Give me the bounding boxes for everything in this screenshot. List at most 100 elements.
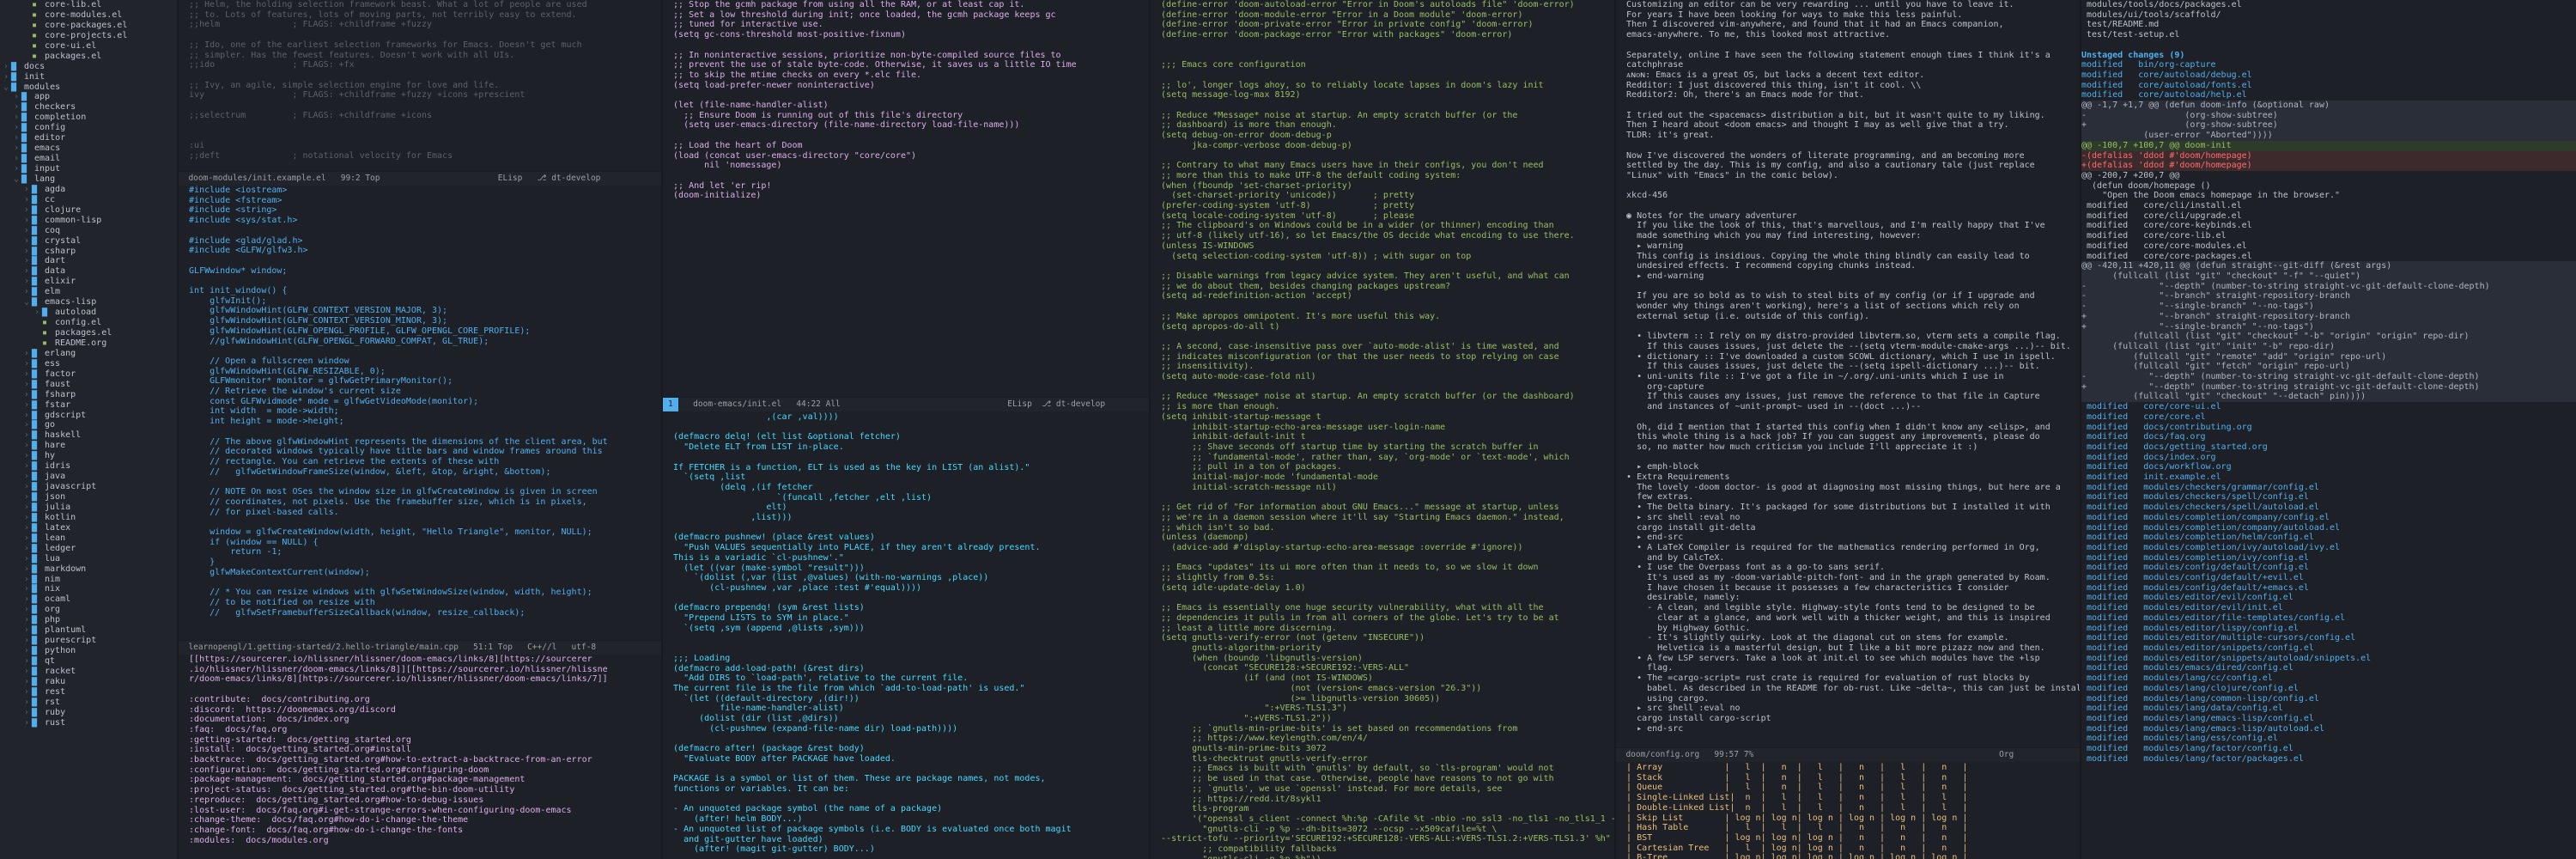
tree-directory[interactable]: ⌄ ▇ lang	[0, 174, 177, 185]
buffer-text[interactable]: [[https://sourcerer.io/hlissner/hlissner…	[179, 655, 661, 845]
tree-directory[interactable]: › ▇ editor	[0, 133, 177, 143]
tree-directory[interactable]: › ▇ elm	[0, 287, 177, 297]
tree-directory[interactable]: › ▇ nim	[0, 575, 177, 585]
tree-directory[interactable]: › ▇ latex	[0, 523, 177, 533]
core-el-buffer[interactable]: (define-error 'doom-autoload-error "Erro…	[1151, 0, 1614, 859]
tree-directory[interactable]: › ▇ faust	[0, 380, 177, 390]
tree-file[interactable]: ▪ core-ui.el	[0, 41, 177, 52]
tree-directory[interactable]: › ▇ racket	[0, 667, 177, 677]
tree-directory[interactable]: › ▇ app	[0, 92, 177, 102]
tree-directory[interactable]: › ▇ rst	[0, 698, 177, 708]
tree-directory[interactable]: › ▇ config	[0, 123, 177, 133]
tree-file[interactable]: ▪ core-lib.el	[0, 0, 177, 10]
tree-directory[interactable]: › ▇ crystal	[0, 236, 177, 247]
tree-directory[interactable]: › ▇ erlang	[0, 349, 177, 359]
tree-directory[interactable]: › ▇ go	[0, 420, 177, 430]
tree-directory[interactable]: › ▇ plantuml	[0, 625, 177, 636]
tree-directory[interactable]: › ▇ emacs	[0, 143, 177, 154]
tree-directory[interactable]: › ▇ hare	[0, 441, 177, 451]
magit-status-window[interactable]: modules/tools/docs/packages.el modules/u…	[2081, 0, 2576, 859]
tree-directory[interactable]: › ▇ json	[0, 492, 177, 503]
tree-directory[interactable]: › ▇ qt	[0, 656, 177, 667]
readme-buffer[interactable]: [[https://sourcerer.io/hlissner/hlissner…	[179, 655, 661, 859]
diff-hunk[interactable]: @@ -1,7 +1,7 @@ (defun doom-info (&optio…	[2081, 101, 2576, 141]
tree-directory[interactable]: › ▇ javascript	[0, 482, 177, 492]
tree-file[interactable]: ▪ core-projects.el	[0, 31, 177, 41]
tree-directory[interactable]: ⌄ ▇ modules	[0, 82, 177, 93]
tree-directory[interactable]: › ▇ fsharp	[0, 390, 177, 400]
org-table-buffer[interactable]: | Array | l | n | l | n | l | n | | Stac…	[1616, 763, 2080, 859]
tree-file[interactable]: ▪ config.el	[0, 318, 177, 328]
tree-directory[interactable]: › ▇ cc	[0, 195, 177, 205]
tree-directory[interactable]: › ▇ ess	[0, 359, 177, 369]
tree-file[interactable]: ▪ packages.el	[0, 52, 177, 62]
diff-lines[interactable]: -(defalias 'ddod #'doom/homepage) +(defa…	[2081, 150, 2576, 171]
tree-directory[interactable]: › ▇ org	[0, 605, 177, 615]
tree-directory[interactable]: › ▇ java	[0, 472, 177, 482]
tree-directory[interactable]: › ▇ init	[0, 72, 177, 82]
tree-directory[interactable]: › ▇ input	[0, 164, 177, 174]
tree-directory[interactable]: › ▇ common-lisp	[0, 216, 177, 226]
tree-directory[interactable]: › ▇ docs	[0, 62, 177, 72]
tree-directory[interactable]: › ▇ data	[0, 266, 177, 277]
buffer-text[interactable]: (define-error 'doom-autoload-error "Erro…	[1151, 0, 1614, 859]
buffer-text[interactable]: #include <iostream> #include <fstream> #…	[179, 186, 661, 618]
tree-file[interactable]: ▪ core-packages.el	[0, 21, 177, 31]
tree-directory[interactable]: › ▇ haskell	[0, 430, 177, 441]
init-example-buffer[interactable]: ;; Helm, the holding selection framework…	[179, 0, 661, 170]
tree-directory[interactable]: ⌄ ▇ emacs-lisp	[0, 297, 177, 308]
tree-directory[interactable]: › ▇ ledger	[0, 544, 177, 554]
tree-directory[interactable]: › ▇ ocaml	[0, 594, 177, 605]
tree-file[interactable]: ▪ README.org	[0, 338, 177, 349]
tree-directory[interactable]: › ▇ purescript	[0, 636, 177, 646]
editor-window-center[interactable]: (define-error 'doom-autoload-error "Erro…	[1151, 0, 1614, 859]
tree-directory[interactable]: › ▇ julia	[0, 503, 177, 513]
tree-directory[interactable]: › ▇ factor	[0, 369, 177, 380]
tree-directory[interactable]: › ▇ dart	[0, 256, 177, 266]
tree-directory[interactable]: › ▇ nix	[0, 584, 177, 594]
tree-directory[interactable]: › ▇ clojure	[0, 205, 177, 216]
config-org-buffer[interactable]: Customizing an editor can be very reward…	[1616, 0, 2080, 746]
tree-directory[interactable]: › ▇ agda	[0, 185, 177, 195]
modified-files-list[interactable]: modified bin/org-capture modified core/a…	[2081, 60, 2576, 101]
tree-directory[interactable]: › ▇ lean	[0, 533, 177, 544]
diff-hunk-large[interactable]: @@ -420,11 +420,11 @@ (defun straight--g…	[2081, 261, 2576, 403]
tree-directory[interactable]: › ▇ coq	[0, 226, 177, 236]
editor-window-center-left[interactable]: ;; Stop the gcmh package from using all …	[663, 0, 1149, 859]
tree-directory[interactable]: › ▇ idris	[0, 461, 177, 472]
tree-directory[interactable]: › ▇ markdown	[0, 564, 177, 575]
tree-directory[interactable]: › ▇ fstar	[0, 400, 177, 411]
tree-directory[interactable]: › ▇ checkers	[0, 102, 177, 113]
modified-files-list-2[interactable]: modified core/core-ui.el modified core/c…	[2081, 402, 2576, 764]
tree-directory[interactable]: › ▇ python	[0, 646, 177, 656]
tree-directory[interactable]: › ▇ completion	[0, 113, 177, 123]
tree-directory[interactable]: › ▇ raku	[0, 677, 177, 687]
editor-window-center-right[interactable]: Customizing an editor can be very reward…	[1616, 0, 2080, 859]
diff-context[interactable]: @@ -200,7 +200,7 @@ (defun doom/homepage…	[2081, 171, 2576, 261]
tree-directory[interactable]: › ▇ lua	[0, 554, 177, 564]
tree-directory[interactable]: › ▇ rust	[0, 718, 177, 728]
tree-directory[interactable]: › ▇ hy	[0, 451, 177, 461]
untracked-files[interactable]: modules/tools/docs/packages.el modules/u…	[2081, 0, 2576, 51]
doom-init-buffer[interactable]: ;; Stop the gcmh package from using all …	[663, 0, 1149, 381]
tree-directory[interactable]: › ▇ autoload	[0, 308, 177, 318]
editor-window-left[interactable]: ;; Helm, the holding selection framework…	[179, 0, 661, 859]
tree-file[interactable]: ▪ packages.el	[0, 328, 177, 338]
tree-file[interactable]: ▪ core-modules.el	[0, 10, 177, 21]
buffer-text[interactable]: Customizing an editor can be very reward…	[1616, 0, 2080, 734]
unstaged-changes-heading[interactable]: Unstaged changes (9)	[2081, 51, 2576, 61]
main-cpp-buffer[interactable]: #include <iostream> #include <fstream> #…	[179, 186, 661, 639]
tree-directory[interactable]: › ▇ elixir	[0, 277, 177, 287]
org-table[interactable]: | Array | l | n | l | n | l | n | | Stac…	[1616, 763, 2080, 859]
core-lib-buffer[interactable]: ,(car ,val)))) (defmacro delq! (elt list…	[663, 412, 1149, 859]
diff-hunk-header[interactable]: @@ -100,7 +100,7 @@ doom-init	[2081, 140, 2576, 151]
buffer-text[interactable]: ,(car ,val)))) (defmacro delq! (elt list…	[663, 412, 1149, 855]
tree-directory[interactable]: › ▇ csharp	[0, 247, 177, 257]
buffer-text[interactable]: ;; Stop the gcmh package from using all …	[663, 0, 1149, 201]
tree-directory[interactable]: › ▇ gdscript	[0, 411, 177, 421]
tree-directory[interactable]: › ▇ rest	[0, 687, 177, 698]
tree-directory[interactable]: › ▇ ruby	[0, 708, 177, 718]
tree-directory[interactable]: › ▇ email	[0, 154, 177, 164]
tree-directory[interactable]: › ▇ php	[0, 615, 177, 625]
tree-directory[interactable]: › ▇ kotlin	[0, 513, 177, 523]
